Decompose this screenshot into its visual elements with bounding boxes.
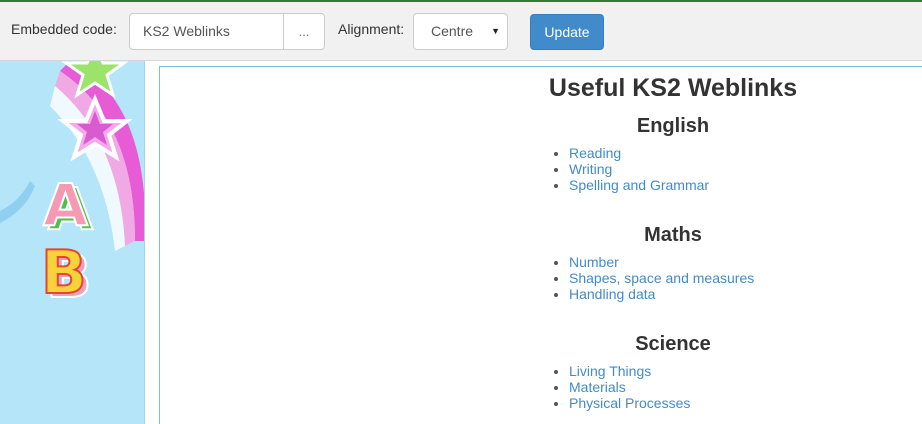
list-item: Handling data (569, 286, 803, 302)
section-heading: Maths (644, 224, 702, 246)
weblinks-content: Useful KS2 Weblinks English Reading Writ… (543, 71, 803, 411)
list-item: Number (569, 254, 803, 270)
link-spelling-grammar[interactable]: Spelling and Grammar (569, 177, 709, 193)
browse-button[interactable]: ... (283, 13, 325, 50)
list-item: Spelling and Grammar (569, 177, 803, 193)
alignment-value: Centre (431, 23, 474, 39)
alignment-label: Alignment: (338, 21, 405, 37)
section-heading: English (636, 115, 710, 137)
list-item: Physical Processes (569, 395, 803, 411)
embedded-code-input[interactable]: KS2 Weblinks (129, 13, 284, 50)
link-writing[interactable]: Writing (569, 161, 612, 177)
link-living-things[interactable]: Living Things (569, 363, 651, 379)
update-button[interactable]: Update (530, 14, 604, 50)
page-title: Useful KS2 Weblinks (548, 74, 798, 102)
link-list: Number Shapes, space and measures Handli… (543, 254, 803, 302)
link-physical-processes[interactable]: Physical Processes (569, 395, 690, 411)
list-item: Materials (569, 379, 803, 395)
link-list: Living Things Materials Physical Process… (543, 363, 803, 411)
toolbar: Embedded code: KS2 Weblinks ... Alignmen… (0, 0, 922, 61)
section-maths: Maths Number Shapes, space and measures … (543, 222, 803, 302)
link-reading[interactable]: Reading (569, 145, 621, 161)
svg-text:A: A (43, 171, 88, 239)
list-item: Reading (569, 145, 803, 161)
alignment-select[interactable]: Centre ▼ (413, 13, 508, 50)
list-item: Writing (569, 161, 803, 177)
link-shapes-space-measures[interactable]: Shapes, space and measures (569, 270, 754, 286)
section-heading: Science (635, 333, 711, 355)
list-item: Shapes, space and measures (569, 270, 803, 286)
svg-text:B: B (41, 238, 87, 308)
section-english: English Reading Writing Spelling and Gra… (543, 113, 803, 193)
link-materials[interactable]: Materials (569, 379, 626, 395)
letter-a-block: A A (42, 170, 94, 244)
embedded-code-label: Embedded code: (11, 21, 117, 37)
embedded-content-frame: Useful KS2 Weblinks English Reading Writ… (159, 66, 922, 424)
caret-down-icon: ▼ (491, 26, 500, 36)
letter-b-block: B B (40, 237, 93, 313)
link-number[interactable]: Number (569, 254, 619, 270)
list-item: Living Things (569, 363, 803, 379)
section-science: Science Living Things Materials Physical… (543, 331, 803, 411)
link-list: Reading Writing Spelling and Grammar (543, 145, 803, 193)
link-handling-data[interactable]: Handling data (569, 286, 655, 302)
decorative-side-strip: A A B B (0, 61, 145, 424)
